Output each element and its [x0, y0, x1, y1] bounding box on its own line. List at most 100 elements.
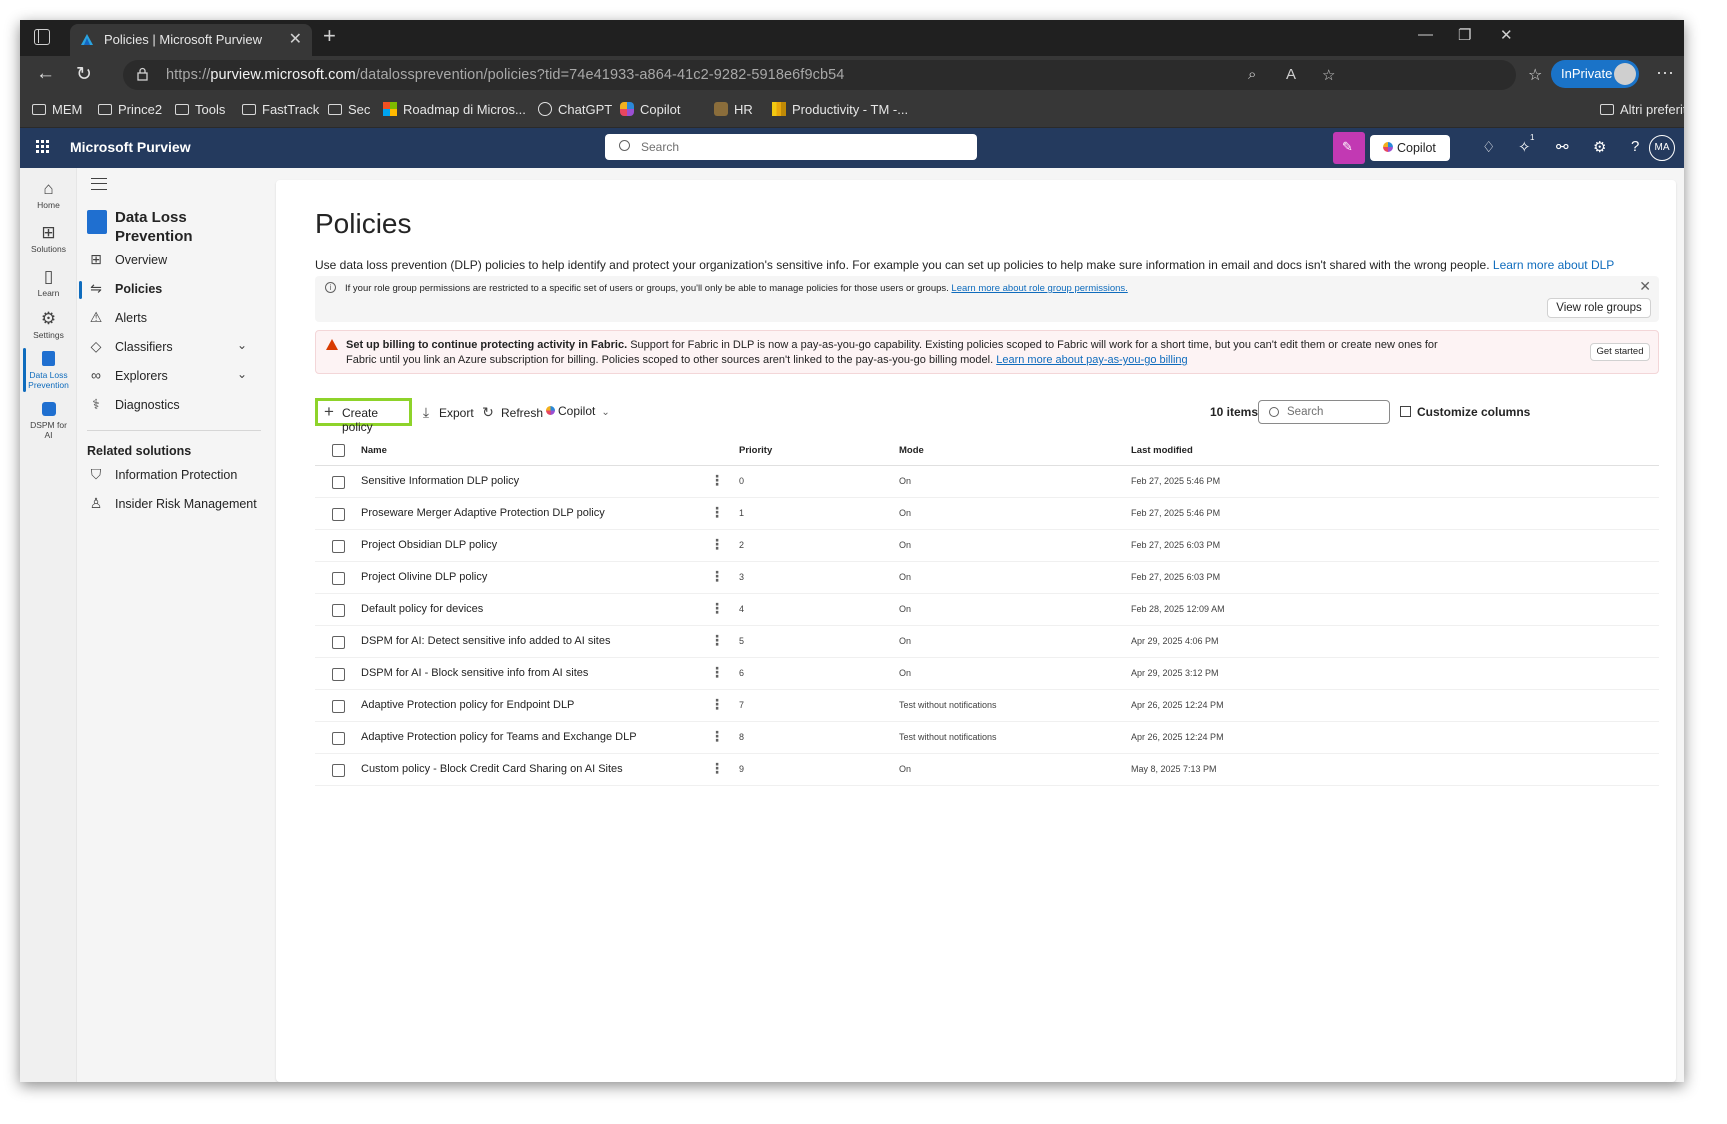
- column-header-priority[interactable]: Priority: [739, 445, 772, 456]
- get-started-button[interactable]: Get started: [1590, 343, 1650, 361]
- bookmark-sec[interactable]: Sec: [328, 102, 370, 117]
- more-actions-icon[interactable]: ⋮: [710, 696, 724, 713]
- collapse-menu-icon[interactable]: [91, 178, 107, 190]
- bookmark-prince2[interactable]: Prince2: [98, 102, 162, 117]
- nav-item-explorers[interactable]: ∞ Explorers ⌄: [77, 361, 271, 391]
- table-row[interactable]: Adaptive Protection policy for Teams and…: [315, 722, 1659, 754]
- row-checkbox[interactable]: [332, 604, 345, 617]
- refresh-button[interactable]: ↻ Refresh: [481, 404, 543, 428]
- row-checkbox[interactable]: [332, 732, 345, 745]
- user-avatar[interactable]: MA: [1649, 135, 1675, 161]
- row-checkbox[interactable]: [332, 636, 345, 649]
- table-row[interactable]: Project Obsidian DLP policy ⋮ 2 On Feb 27, 2…: [315, 530, 1659, 562]
- select-all-checkbox[interactable]: [332, 444, 345, 457]
- nav-item-insider-risk[interactable]: ♙ Insider Risk Management: [77, 489, 271, 519]
- policy-name[interactable]: Custom policy - Block Credit Card Sharin…: [361, 763, 623, 775]
- table-row[interactable]: Sensitive Information DLP policy ⋮ 0 On Feb …: [315, 466, 1659, 498]
- browser-tab[interactable]: Policies | Microsoft Purview ✕: [70, 24, 312, 56]
- role-group-permissions-link[interactable]: Learn more about role group permissions.: [951, 283, 1127, 294]
- restore-icon[interactable]: ❐: [1458, 26, 1471, 44]
- dismiss-icon[interactable]: ✕: [1639, 278, 1651, 295]
- more-actions-icon[interactable]: ⋮: [710, 760, 724, 777]
- address-bar[interactable]: https://purview.microsoft.com/datalosspr…: [123, 60, 1516, 90]
- copilot-dropdown-button[interactable]: Copilot ⌄: [546, 404, 610, 428]
- rail-dspm[interactable]: DSPM for AI: [20, 398, 77, 440]
- row-checkbox[interactable]: [332, 764, 345, 777]
- table-row[interactable]: Custom policy - Block Credit Card Sharin…: [315, 754, 1659, 786]
- customize-columns-button[interactable]: Customize columns: [1400, 405, 1530, 419]
- policy-name[interactable]: Project Olivine DLP policy: [361, 571, 487, 583]
- row-checkbox[interactable]: [332, 668, 345, 681]
- nav-item-diagnostics[interactable]: ⚕ Diagnostics: [77, 390, 271, 420]
- column-header-name[interactable]: Name: [361, 445, 387, 456]
- close-tab-icon[interactable]: ✕: [289, 29, 302, 49]
- nav-item-alerts[interactable]: ⚠ Alerts: [77, 303, 271, 333]
- app-title[interactable]: Microsoft Purview: [70, 139, 191, 155]
- copilot-button[interactable]: Copilot: [1370, 135, 1450, 161]
- pay-as-you-go-link[interactable]: Learn more about pay-as-you-go billing: [996, 354, 1187, 366]
- copilot-studio-button[interactable]: ✎: [1333, 132, 1365, 164]
- bookmark-roadmap[interactable]: Roadmap di Micros...: [383, 102, 526, 117]
- bookmark-fasttrack[interactable]: FastTrack: [242, 102, 319, 117]
- create-policy-button[interactable]: + Create policy: [315, 398, 412, 434]
- table-row[interactable]: Proseware Merger Adaptive Protection DLP…: [315, 498, 1659, 530]
- close-window-icon[interactable]: ✕: [1500, 26, 1513, 44]
- table-row[interactable]: DSPM for AI - Block sensitive info from …: [315, 658, 1659, 690]
- bookmark-chatgpt[interactable]: ChatGPT: [538, 102, 612, 117]
- rail-solutions[interactable]: ⊞ Solutions: [20, 222, 77, 254]
- connections-icon[interactable]: ⚯: [1556, 138, 1569, 156]
- bookmark-copilot[interactable]: Copilot: [620, 102, 680, 117]
- rail-dlp[interactable]: Data Loss Prevention: [20, 348, 77, 392]
- row-checkbox[interactable]: [332, 508, 345, 521]
- policy-name[interactable]: DSPM for AI: Detect sensitive info added…: [361, 635, 610, 647]
- more-actions-icon[interactable]: ⋮: [710, 728, 724, 745]
- help-icon[interactable]: ?: [1631, 138, 1639, 155]
- more-actions-icon[interactable]: ⋮: [710, 664, 724, 681]
- rail-home[interactable]: ⌂ Home: [20, 178, 77, 210]
- bookmark-productivity[interactable]: Productivity - TM -...: [772, 102, 908, 117]
- inprivate-button[interactable]: InPrivate: [1551, 60, 1639, 88]
- app-launcher-icon[interactable]: [36, 140, 50, 154]
- policy-name[interactable]: Adaptive Protection policy for Teams and…: [361, 731, 637, 743]
- more-actions-icon[interactable]: ⋮: [710, 600, 724, 617]
- other-favorites[interactable]: Altri preferiti: [1600, 102, 1684, 117]
- policy-name[interactable]: Adaptive Protection policy for Endpoint …: [361, 699, 574, 711]
- more-actions-icon[interactable]: ⋮: [710, 632, 724, 649]
- nav-item-classifiers[interactable]: ◇ Classifiers ⌄: [77, 332, 271, 362]
- more-options-icon[interactable]: ···: [1656, 62, 1674, 83]
- table-row[interactable]: Project Olivine DLP policy ⋮ 3 On Feb 27, 20…: [315, 562, 1659, 594]
- rail-settings[interactable]: ⚙ Settings: [20, 308, 77, 340]
- bookmark-tools[interactable]: Tools: [175, 102, 225, 117]
- policy-name[interactable]: DSPM for AI - Block sensitive info from …: [361, 667, 588, 679]
- policy-search-input[interactable]: Search: [1258, 400, 1390, 424]
- more-actions-icon[interactable]: ⋮: [710, 472, 724, 489]
- bell-icon[interactable]: ♢: [1482, 138, 1495, 156]
- policy-name[interactable]: Project Obsidian DLP policy: [361, 539, 497, 551]
- settings-gear-icon[interactable]: ⚙: [1593, 138, 1606, 156]
- more-actions-icon[interactable]: ⋮: [710, 536, 724, 553]
- table-row[interactable]: Adaptive Protection policy for Endpoint …: [315, 690, 1659, 722]
- table-row[interactable]: Default policy for devices ⋮ 4 On Feb 28, 20…: [315, 594, 1659, 626]
- view-role-groups-button[interactable]: View role groups: [1547, 298, 1651, 318]
- favorites-icon[interactable]: ☆: [1528, 65, 1542, 85]
- tab-actions-icon[interactable]: [34, 29, 50, 45]
- chevron-down-icon[interactable]: ⌄: [237, 367, 247, 381]
- row-checkbox[interactable]: [332, 572, 345, 585]
- read-aloud-icon[interactable]: A: [1286, 66, 1296, 83]
- global-search-input[interactable]: Search: [605, 134, 977, 160]
- bookmark-hr[interactable]: HR: [714, 102, 753, 117]
- table-row[interactable]: DSPM for AI: Detect sensitive info added…: [315, 626, 1659, 658]
- new-tab-icon[interactable]: +: [323, 23, 336, 49]
- learn-more-dlp-link[interactable]: Learn more about DLP: [1493, 258, 1614, 272]
- row-checkbox[interactable]: [332, 700, 345, 713]
- nav-item-overview[interactable]: ⊞ Overview: [77, 245, 271, 275]
- column-header-mode[interactable]: Mode: [899, 445, 924, 456]
- policy-name[interactable]: Sensitive Information DLP policy: [361, 475, 519, 487]
- row-checkbox[interactable]: [332, 540, 345, 553]
- back-icon[interactable]: ←: [36, 63, 55, 85]
- chevron-down-icon[interactable]: ⌄: [237, 338, 247, 352]
- row-checkbox[interactable]: [332, 476, 345, 489]
- nav-item-policies[interactable]: ⇋ Policies: [77, 274, 271, 304]
- policy-name[interactable]: Proseware Merger Adaptive Protection DLP…: [361, 507, 605, 519]
- minimize-icon[interactable]: —: [1418, 26, 1433, 43]
